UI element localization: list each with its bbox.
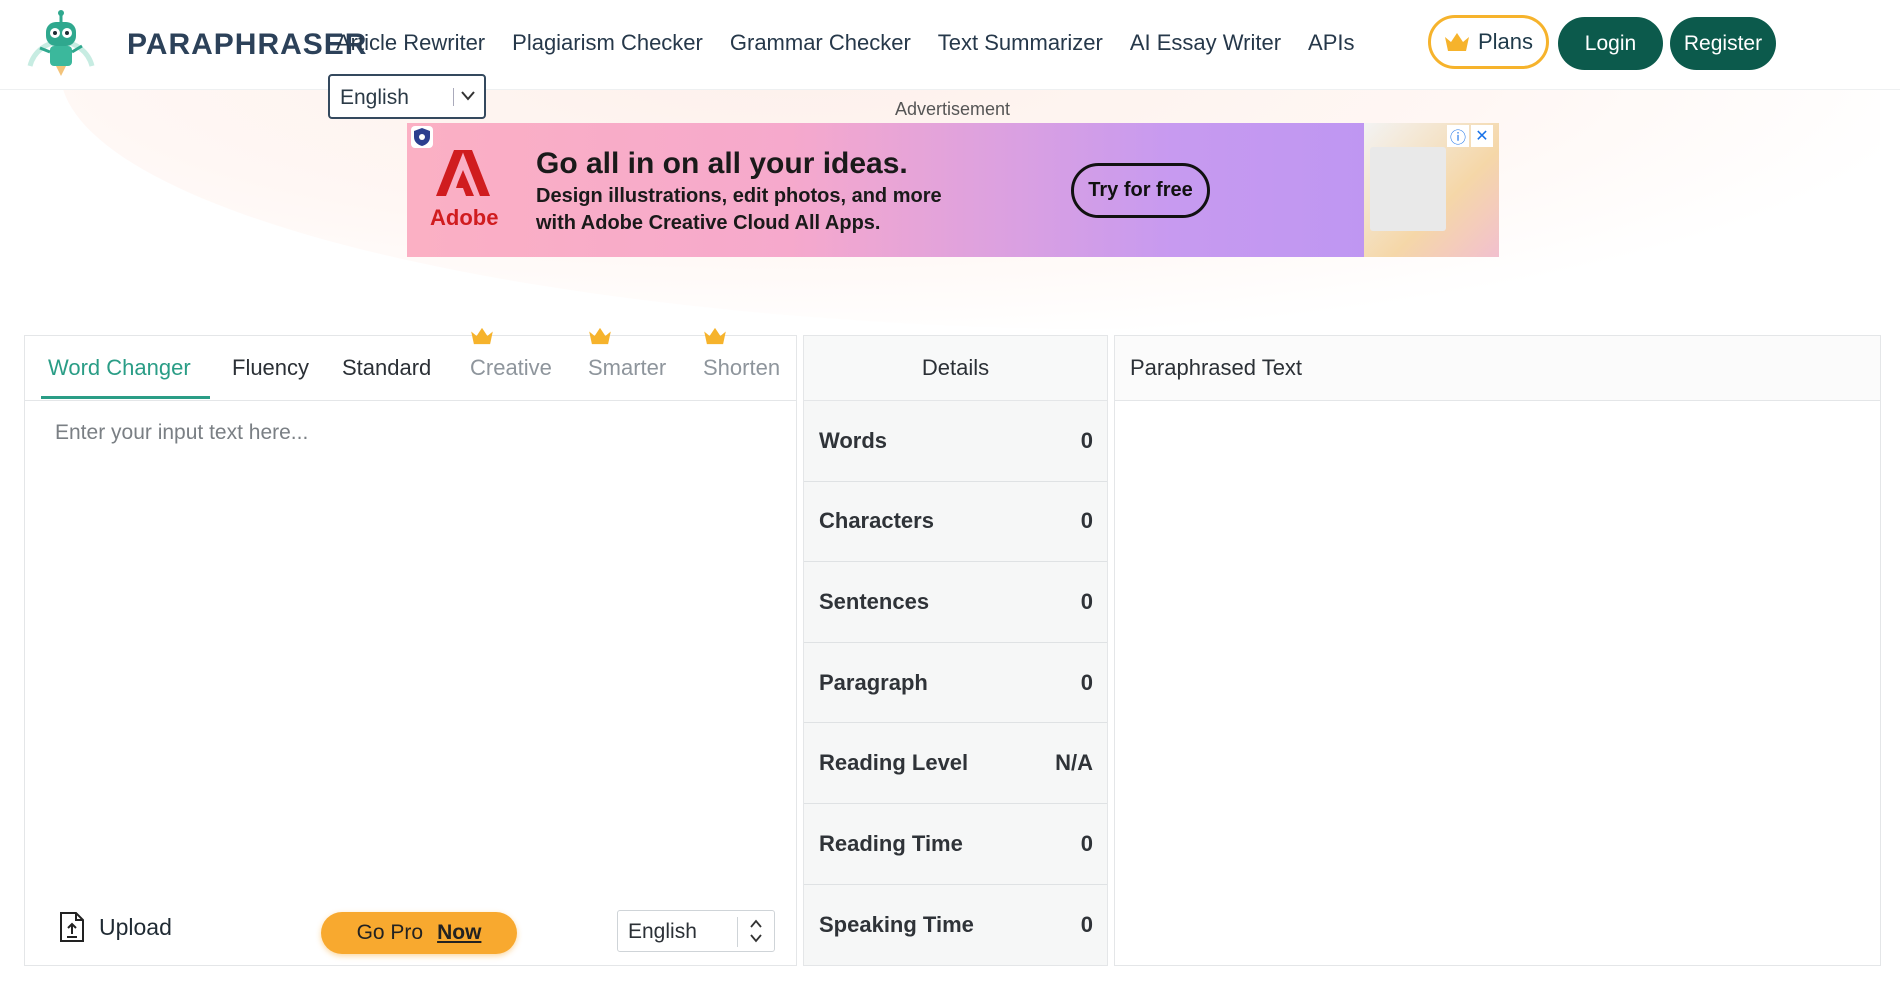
input-language-value: English bbox=[628, 920, 697, 943]
brand-name[interactable]: PARAPHRASER bbox=[127, 28, 367, 62]
crown-icon bbox=[1444, 33, 1469, 51]
tab-smarter-label: Smarter bbox=[588, 355, 667, 380]
ad-controls: ⓘ ✕ bbox=[1447, 125, 1493, 147]
site-header: PARAPHRASER Article Rewriter Plagiarism … bbox=[0, 0, 1900, 90]
stat-value: 0 bbox=[1080, 830, 1093, 856]
tab-shorten-label: Shorten bbox=[703, 355, 781, 380]
stat-value: 0 bbox=[1080, 427, 1093, 453]
upload-label: Upload bbox=[99, 913, 172, 940]
output-text-area[interactable] bbox=[1115, 402, 1880, 966]
ad-close-icon[interactable]: ✕ bbox=[1471, 125, 1493, 147]
stat-words: Words 0 bbox=[804, 401, 1107, 482]
tab-standard[interactable]: Standard bbox=[342, 355, 431, 381]
stat-label: Characters bbox=[819, 508, 934, 534]
stat-value: 0 bbox=[1080, 588, 1093, 614]
nav-plagiarism-checker[interactable]: Plagiarism Checker bbox=[512, 30, 703, 56]
go-pro-label: Go Pro bbox=[356, 921, 424, 944]
stat-label: Reading Level bbox=[819, 750, 969, 776]
ad-info-icon[interactable]: ⓘ bbox=[1447, 125, 1469, 147]
stat-value: 0 bbox=[1080, 508, 1093, 534]
crown-icon bbox=[704, 327, 726, 345]
nav-ai-essay-writer[interactable]: AI Essay Writer bbox=[1130, 30, 1281, 56]
ad-banner[interactable]: Adobe Go all in on all your ideas. Desig… bbox=[407, 123, 1499, 257]
tab-smarter[interactable]: Smarter bbox=[588, 327, 667, 381]
tab-creative-label: Creative bbox=[470, 355, 552, 380]
input-textarea[interactable]: Enter your input text here... bbox=[55, 421, 308, 445]
plans-label: Plans bbox=[1477, 29, 1534, 54]
upload-file-icon bbox=[60, 912, 84, 942]
chevron-down-icon bbox=[461, 91, 475, 101]
tab-creative[interactable]: Creative bbox=[470, 327, 552, 381]
plans-button[interactable]: Plans bbox=[1428, 15, 1549, 69]
ad-brand: Adobe bbox=[430, 205, 499, 230]
site-language-value: English bbox=[340, 86, 409, 109]
stat-label: Words bbox=[819, 427, 888, 453]
nav-grammar-checker[interactable]: Grammar Checker bbox=[730, 30, 911, 56]
stat-label: Speaking Time bbox=[819, 911, 974, 937]
ad-cta-button[interactable]: Try for free bbox=[1071, 163, 1210, 218]
details-title: Details bbox=[804, 336, 1107, 401]
stat-label: Paragraph bbox=[819, 669, 928, 695]
stat-value: 0 bbox=[1080, 911, 1093, 937]
adobe-a-icon bbox=[436, 150, 490, 196]
go-pro-emphasis: Now bbox=[437, 921, 482, 944]
upload-button[interactable]: Upload bbox=[59, 911, 172, 943]
stat-paragraph: Paragraph 0 bbox=[804, 642, 1107, 724]
crown-icon bbox=[589, 327, 611, 345]
nav-article-rewriter[interactable]: Article Rewriter bbox=[336, 30, 485, 56]
tab-fluency[interactable]: Fluency bbox=[232, 355, 309, 381]
details-panel: Details Words 0 Characters 0 Sentences 0… bbox=[803, 335, 1108, 966]
site-language-select[interactable]: English bbox=[328, 74, 486, 119]
input-language-select[interactable]: English bbox=[617, 910, 775, 952]
stat-label: Sentences bbox=[819, 588, 930, 614]
go-pro-button[interactable]: Go Pro Now bbox=[321, 912, 517, 954]
robot-logo-icon[interactable] bbox=[22, 8, 100, 80]
input-panel: Word Changer Fluency Standard Creative S… bbox=[24, 327, 797, 966]
stat-reading-level: Reading Level N/A bbox=[804, 723, 1107, 804]
select-divider bbox=[453, 88, 454, 106]
select-divider bbox=[737, 917, 738, 947]
stat-characters: Characters 0 bbox=[804, 481, 1107, 563]
adobe-logo: Adobe bbox=[430, 148, 499, 238]
mode-tabs: Word Changer Fluency Standard Creative S… bbox=[25, 327, 796, 401]
ad-label: Advertisement bbox=[894, 99, 1011, 119]
tab-shorten[interactable]: Shorten bbox=[703, 327, 781, 381]
tab-word-changer[interactable]: Word Changer bbox=[48, 355, 191, 381]
stat-value: N/A bbox=[1055, 750, 1093, 776]
stat-speaking-time: Speaking Time 0 bbox=[804, 884, 1107, 966]
ad-product-preview bbox=[1370, 147, 1446, 231]
output-panel: Paraphrased Text bbox=[1114, 335, 1881, 966]
login-button[interactable]: Login bbox=[1558, 17, 1663, 70]
stat-sentences: Sentences 0 bbox=[804, 562, 1107, 643]
output-title: Paraphrased Text bbox=[1115, 336, 1880, 401]
stat-value: 0 bbox=[1080, 669, 1093, 695]
main-nav: Article Rewriter Plagiarism Checker Gram… bbox=[336, 30, 1355, 56]
ad-subtext: Design illustrations, edit photos, and m… bbox=[536, 185, 942, 234]
active-tab-indicator bbox=[41, 396, 210, 399]
register-button[interactable]: Register bbox=[1670, 17, 1776, 70]
ad-shield-icon bbox=[411, 126, 433, 148]
stat-reading-time: Reading Time 0 bbox=[804, 803, 1107, 885]
crown-icon bbox=[471, 327, 493, 345]
nav-apis[interactable]: APIs bbox=[1308, 30, 1354, 56]
nav-text-summarizer[interactable]: Text Summarizer bbox=[938, 30, 1103, 56]
stat-label: Reading Time bbox=[819, 830, 963, 856]
ad-headline: Go all in on all your ideas. bbox=[536, 147, 908, 180]
up-down-arrows-icon bbox=[750, 919, 762, 943]
